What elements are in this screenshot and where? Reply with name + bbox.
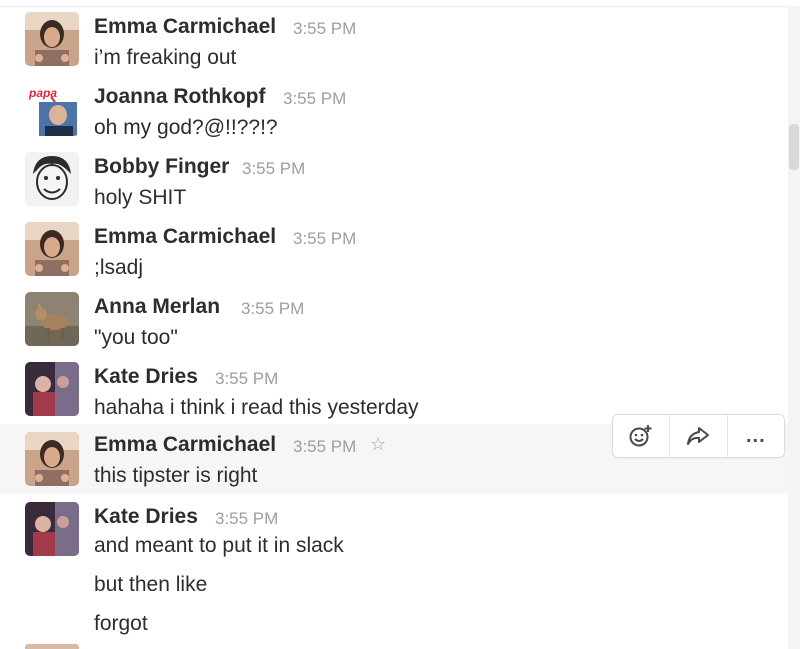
message-row[interactable]: Bobby Finger 3:55 PM holy SHIT — [0, 146, 788, 216]
avatar[interactable] — [25, 292, 79, 346]
timestamp[interactable]: 3:55 PM — [242, 159, 305, 179]
timestamp[interactable]: 3:55 PM — [215, 509, 278, 529]
author-name[interactable]: Emma Carmichael — [94, 225, 276, 249]
author-name[interactable]: Kate Dries — [94, 505, 198, 529]
more-actions-button[interactable]: ... — [728, 415, 784, 457]
add-reaction-icon — [629, 425, 652, 447]
message-actions-toolbar: ... — [612, 414, 785, 458]
message-row[interactable]: Anna Merlan 3:55 PM "you too" — [0, 286, 788, 356]
message-text: and meant to put it in slack — [94, 534, 344, 557]
timestamp[interactable]: 3:55 PM — [293, 229, 356, 249]
add-reaction-button[interactable] — [613, 415, 671, 457]
share-button[interactable] — [670, 415, 728, 457]
message-row[interactable]: Emma Carmichael 3:55 PM ;lsadj — [0, 216, 788, 286]
message-text: but then like — [94, 573, 208, 596]
message-row[interactable]: papa Joanna Rothkopf 3:55 PM oh my god?@… — [0, 76, 788, 146]
avatar-partial — [25, 644, 79, 649]
author-name[interactable]: Anna Merlan — [94, 295, 220, 319]
timestamp[interactable]: 3:55 PM — [215, 369, 278, 389]
author-name[interactable]: Joanna Rothkopf — [94, 85, 266, 109]
more-actions-icon: ... — [745, 425, 766, 447]
avatar[interactable] — [25, 502, 79, 556]
avatar[interactable] — [25, 152, 79, 206]
message-text: ;lsadj — [94, 256, 144, 279]
timestamp[interactable]: 3:55 PM — [241, 299, 304, 319]
message-row[interactable]: Emma Carmichael 3:55 PM i’m freaking out — [0, 6, 788, 76]
message-text: hahaha i think i read this yesterday — [94, 396, 419, 419]
message-text: oh my god?@!!??!? — [94, 116, 278, 139]
timestamp[interactable]: 3:55 PM — [293, 437, 356, 457]
scrollbar-thumb[interactable] — [789, 124, 799, 170]
message-text: this tipster is right — [94, 464, 258, 487]
timestamp[interactable]: 3:55 PM — [293, 19, 356, 39]
message-text: "you too" — [94, 326, 178, 349]
avatar[interactable] — [25, 432, 79, 486]
author-name[interactable]: Bobby Finger — [94, 155, 229, 179]
timestamp[interactable]: 3:55 PM — [283, 89, 346, 109]
share-icon — [687, 427, 710, 445]
message-text: i’m freaking out — [94, 46, 237, 69]
avatar[interactable] — [25, 362, 79, 416]
star-icon[interactable]: ☆ — [370, 434, 386, 455]
avatar[interactable] — [25, 222, 79, 276]
author-name[interactable]: Kate Dries — [94, 365, 198, 389]
message-text: holy SHIT — [94, 186, 187, 209]
message-text: forgot — [94, 612, 148, 635]
message-row[interactable]: Kate Dries 3:55 PM and meant to put it i… — [0, 496, 788, 642]
avatar[interactable]: papa — [25, 82, 79, 136]
author-name[interactable]: Emma Carmichael — [94, 15, 276, 39]
scrollbar-track[interactable] — [788, 6, 800, 649]
message-feed: Emma Carmichael 3:55 PM i’m freaking out… — [0, 0, 788, 649]
author-name[interactable]: Emma Carmichael — [94, 433, 276, 457]
avatar[interactable] — [25, 12, 79, 66]
